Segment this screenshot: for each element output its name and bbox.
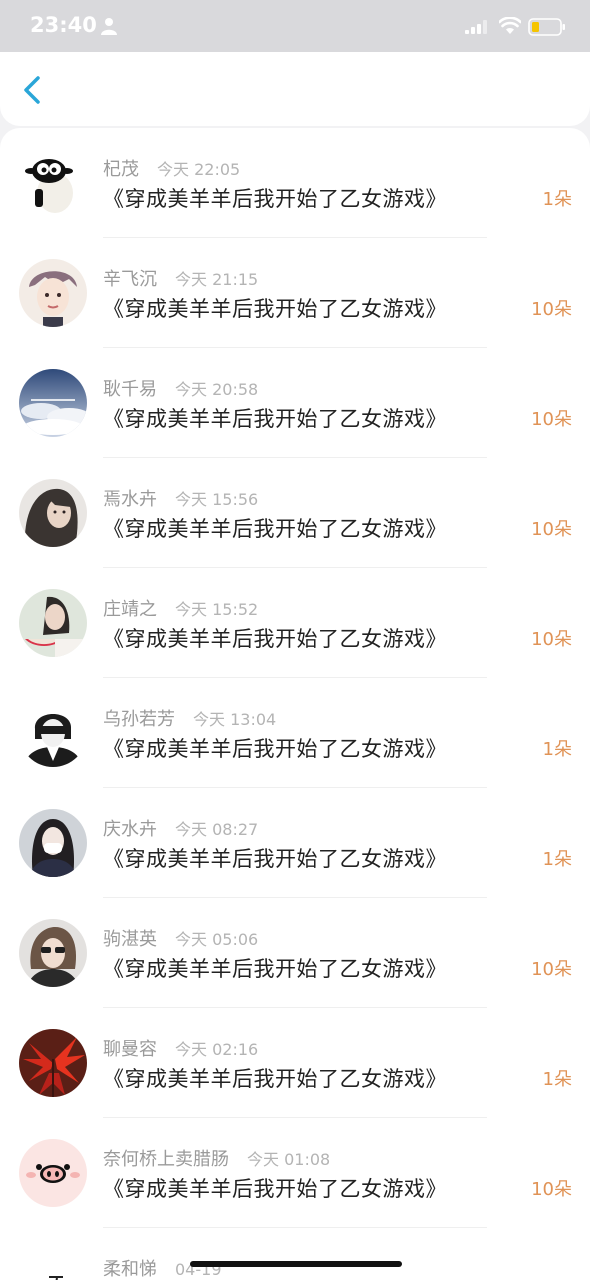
avatar [19, 369, 87, 437]
flower-count: 1朵 [542, 849, 572, 870]
book-title: 《穿成美羊羊后我开始了乙女游戏》 [103, 1177, 447, 1201]
sender-name: 焉水卉 [103, 489, 157, 510]
book-title: 《穿成美羊羊后我开始了乙女游戏》 [103, 847, 447, 871]
book-title: 《穿成美羊羊后我开始了乙女游戏》 [103, 517, 447, 541]
list-item[interactable]: 奈何桥上卖腊肠 今天 01:08 《穿成美羊羊后我开始了乙女游戏》 10朵 [0, 1118, 590, 1228]
sender-name: 杞茂 [103, 159, 139, 180]
send-time: 今天 02:16 [175, 1040, 259, 1059]
send-time: 今天 15:52 [175, 600, 259, 619]
avatar [19, 589, 87, 657]
sender-line: 柔和悌 04-19 [103, 1255, 222, 1280]
flower-count: 1朵 [542, 739, 572, 760]
flower-count: 10朵 [531, 1179, 572, 1200]
home-indicator[interactable] [190, 1261, 402, 1267]
signal-icon [465, 20, 487, 34]
book-title: 《穿成美羊羊后我开始了乙女游戏》 [103, 187, 447, 211]
flower-count: 10朵 [531, 959, 572, 980]
sender-line: 辛飞沉 今天 21:15 [103, 265, 258, 291]
nav-bar [0, 52, 590, 126]
flower-count: 10朵 [531, 629, 572, 650]
sender-line: 耿千易 今天 20:58 [103, 375, 258, 401]
person-icon [101, 18, 117, 35]
list-item[interactable]: 驹湛英 今天 05:06 《穿成美羊羊后我开始了乙女游戏》 10朵 [0, 898, 590, 1008]
flower-count: 10朵 [531, 409, 572, 430]
status-time: 23:40 [30, 13, 97, 37]
list-item[interactable]: 庄靖之 今天 15:52 《穿成美羊羊后我开始了乙女游戏》 10朵 [0, 568, 590, 678]
reward-list: 杞茂 今天 22:05 《穿成美羊羊后我开始了乙女游戏》 1朵 辛飞沉 今天 21:… [0, 128, 590, 1280]
sender-line: 驹湛英 今天 05:06 [103, 925, 258, 951]
sender-line: 乌孙若芳 今天 13:04 [103, 705, 276, 731]
avatar [19, 809, 87, 877]
sender-name: 庆水卉 [103, 819, 157, 840]
back-chevron-icon [24, 76, 40, 104]
sender-name: 聊曼容 [103, 1039, 157, 1060]
list-item[interactable]: 乌孙若芳 今天 13:04 《穿成美羊羊后我开始了乙女游戏》 1朵 [0, 678, 590, 788]
avatar [19, 699, 87, 767]
list-item[interactable]: 杞茂 今天 22:05 《穿成美羊羊后我开始了乙女游戏》 1朵 [0, 128, 590, 238]
book-title: 《穿成美羊羊后我开始了乙女游戏》 [103, 737, 447, 761]
book-title: 《穿成美羊羊后我开始了乙女游戏》 [103, 407, 447, 431]
send-time: 今天 05:06 [175, 930, 259, 949]
book-title: 《穿成美羊羊后我开始了乙女游戏》 [103, 627, 447, 651]
list-item[interactable]: 庆水卉 今天 08:27 《穿成美羊羊后我开始了乙女游戏》 1朵 [0, 788, 590, 898]
sender-line: 庄靖之 今天 15:52 [103, 595, 258, 621]
list-item[interactable]: 焉水卉 今天 15:56 《穿成美羊羊后我开始了乙女游戏》 10朵 [0, 458, 590, 568]
sender-name: 辛飞沉 [103, 269, 157, 290]
battery-icon [528, 18, 565, 36]
sender-line: 庆水卉 今天 08:27 [103, 815, 258, 841]
list-item[interactable]: 柔和悌 04-19 [0, 1228, 590, 1280]
avatar [19, 919, 87, 987]
book-title: 《穿成美羊羊后我开始了乙女游戏》 [103, 957, 447, 981]
send-time: 今天 21:15 [175, 270, 259, 289]
send-time: 今天 22:05 [157, 160, 241, 179]
sender-name: 驹湛英 [103, 929, 157, 950]
avatar [19, 149, 87, 217]
avatar [19, 259, 87, 327]
avatar [19, 1029, 87, 1097]
list-item[interactable]: 辛飞沉 今天 21:15 《穿成美羊羊后我开始了乙女游戏》 10朵 [0, 238, 590, 348]
sender-name: 乌孙若芳 [103, 709, 175, 730]
sender-line: 杞茂 今天 22:05 [103, 155, 240, 181]
book-title: 《穿成美羊羊后我开始了乙女游戏》 [103, 297, 447, 321]
flower-count: 10朵 [531, 519, 572, 540]
sender-line: 焉水卉 今天 15:56 [103, 485, 258, 511]
flower-count: 1朵 [542, 1069, 572, 1090]
status-bar: 23:40 [0, 0, 590, 52]
sender-name: 耿千易 [103, 379, 157, 400]
send-time: 今天 20:58 [175, 380, 259, 399]
book-title: 《穿成美羊羊后我开始了乙女游戏》 [103, 1067, 447, 1091]
send-time: 今天 13:04 [193, 710, 277, 729]
sender-name: 柔和悌 [103, 1259, 157, 1280]
avatar [19, 479, 87, 547]
wifi-icon [499, 17, 521, 34]
flower-count: 10朵 [531, 299, 572, 320]
send-time: 今天 15:56 [175, 490, 259, 509]
send-time: 今天 08:27 [175, 820, 259, 839]
sender-line: 奈何桥上卖腊肠 今天 01:08 [103, 1145, 330, 1171]
avatar [19, 1139, 87, 1207]
sender-name: 奈何桥上卖腊肠 [103, 1149, 229, 1170]
list-item[interactable]: 聊曼容 今天 02:16 《穿成美羊羊后我开始了乙女游戏》 1朵 [0, 1008, 590, 1118]
send-time: 今天 01:08 [247, 1150, 331, 1169]
list-item[interactable]: 耿千易 今天 20:58 《穿成美羊羊后我开始了乙女游戏》 10朵 [0, 348, 590, 458]
sender-name: 庄靖之 [103, 599, 157, 620]
back-button[interactable] [14, 70, 54, 110]
flower-count: 1朵 [542, 189, 572, 210]
avatar [19, 1249, 87, 1280]
sender-line: 聊曼容 今天 02:16 [103, 1035, 258, 1061]
